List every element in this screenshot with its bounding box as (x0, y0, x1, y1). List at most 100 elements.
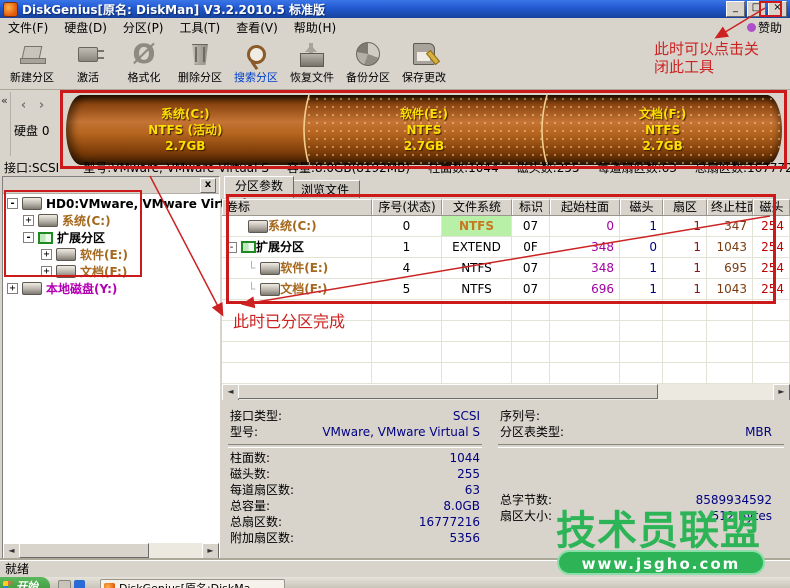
detail-cylinders-label: 柱面数: (230, 451, 271, 465)
new-partition-button[interactable]: 新建分区 (4, 36, 60, 86)
activate-button[interactable]: 激活 (60, 36, 116, 86)
expand-expander-icon[interactable]: + (7, 283, 18, 294)
partition-icon (260, 261, 281, 275)
menu-file[interactable]: 文件(F) (0, 18, 56, 37)
tree-item-software-e[interactable]: + 软件(E:) (3, 246, 219, 263)
detail-interface-value: SCSI (452, 409, 480, 423)
search-partition-button[interactable]: 搜索分区 (228, 36, 284, 86)
next-disk-button[interactable]: › (33, 98, 50, 115)
detail-sectors-per-track-label: 每道扇区数: (230, 483, 295, 497)
tree-item-document-f[interactable]: + 文档(F:) (3, 263, 219, 280)
save-changes-icon (413, 39, 435, 69)
scroll-left-icon[interactable]: ◄ (3, 543, 20, 560)
col-header-id[interactable]: 标识 (512, 199, 550, 215)
quick-launch-icon[interactable] (58, 580, 71, 588)
table-row-system-c[interactable]: 系统(C:) 0 NTFS 07 0 1 1 347 254 (222, 216, 790, 237)
backup-partition-icon (356, 39, 380, 69)
quick-launch-icon[interactable] (74, 580, 85, 588)
collapse-expander-icon[interactable]: - (7, 198, 18, 209)
collapse-expander-icon[interactable]: - (226, 241, 237, 253)
recover-files-icon (300, 39, 324, 69)
tab-strip: 分区参数 浏览文件 (222, 176, 790, 198)
format-button[interactable]: Ø 格式化 (116, 36, 172, 86)
extended-partition-icon (38, 231, 53, 244)
partition-icon (56, 248, 76, 261)
empty-table-row (222, 300, 790, 321)
title-bar: DiskGenius[原名: DiskMan] V3.2.2010.5 标准版 … (0, 0, 790, 18)
expand-expander-icon[interactable]: + (41, 249, 52, 260)
close-button[interactable]: × (768, 1, 787, 17)
col-header-filesystem[interactable]: 文件系统 (442, 199, 512, 215)
col-header-head[interactable]: 磁头 (620, 199, 663, 215)
col-header-index[interactable]: 序号(状态) (372, 199, 442, 215)
save-changes-button[interactable]: 保存更改 (396, 36, 452, 86)
table-row-document-f[interactable]: └ 文档(F:) 5 NTFS 07 696 1 1 1043 254 (222, 279, 790, 300)
detail-table-type-value: MBR (745, 425, 772, 439)
detail-total-bytes-label: 总字节数: (500, 493, 553, 507)
detail-capacity-value: 8.0GB (443, 499, 480, 513)
scroll-left-icon[interactable]: ◄ (222, 384, 239, 401)
table-row-extended[interactable]: - 扩展分区 1 EXTEND 0F 348 0 1 1043 254 (222, 237, 790, 258)
status-ready-text: 就绪 (5, 562, 30, 576)
watermark-url: www.jsgho.com (557, 550, 765, 575)
detail-heads-label: 磁头数: (230, 467, 271, 481)
scroll-right-icon[interactable]: ► (202, 543, 219, 560)
detail-total-sectors-value: 16777216 (418, 515, 480, 529)
maximize-button[interactable]: □ (747, 1, 766, 17)
taskbar-app-button[interactable]: DiskGenius[原名:DiskMa (100, 579, 285, 588)
menu-view[interactable]: 查看(V) (228, 18, 286, 37)
scroll-right-icon[interactable]: ► (773, 384, 790, 401)
tree-item-hd0[interactable]: - HD0:VMware, VMware Virtual (3, 195, 247, 212)
heart-icon (746, 22, 756, 32)
tab-partition-params[interactable]: 分区参数 (224, 176, 295, 198)
col-header-volume[interactable]: 卷标 (222, 199, 372, 215)
collapse-panel-button[interactable]: « (1, 94, 8, 107)
menu-disk[interactable]: 硬盘(D) (56, 18, 115, 37)
table-header-row: 卷标 序号(状态) 文件系统 标识 起始柱面 磁头 扇区 终止柱面 磁头 (222, 199, 790, 216)
expand-expander-icon[interactable]: + (23, 215, 34, 226)
empty-table-row (222, 363, 790, 384)
windows-taskbar: 开始 DiskGenius[原名:DiskMa (0, 577, 790, 588)
scrollbar-thumb[interactable] (238, 384, 658, 399)
scrollbar-thumb[interactable] (19, 543, 149, 558)
expand-expander-icon[interactable]: + (41, 266, 52, 277)
start-button[interactable]: 开始 (0, 577, 50, 588)
col-header-head2[interactable]: 磁头 (753, 199, 790, 215)
menu-bar: 文件(F) 硬盘(D) 分区(P) 工具(T) 查看(V) 帮助(H) 赞助 (0, 18, 790, 37)
partition-segment-e[interactable]: 软件(E:) NTFS 2.7GB (302, 95, 544, 165)
donate-button[interactable]: 赞助 (746, 19, 790, 36)
collapse-expander-icon[interactable]: - (23, 232, 34, 243)
backup-partition-button[interactable]: 备份分区 (340, 36, 396, 86)
partition-segment-c[interactable]: 系统(C:) NTFS (活动) 2.7GB (66, 95, 305, 165)
col-header-start-cyl[interactable]: 起始柱面 (550, 199, 620, 215)
menu-help[interactable]: 帮助(H) (286, 18, 344, 37)
col-header-end-cyl[interactable]: 终止柱面 (707, 199, 753, 215)
app-icon (3, 1, 18, 17)
col-header-sector[interactable]: 扇区 (663, 199, 707, 215)
table-horizontal-scrollbar[interactable]: ◄ ► (222, 384, 790, 401)
minimize-button[interactable]: _ (726, 1, 745, 17)
detail-model-value: VMware, VMware Virtual S (322, 425, 480, 439)
disk-panel: « ‹ › 硬盘 0 系统(C:) NTFS (活动) 2.7GB 软件(E:)… (0, 90, 790, 165)
prev-disk-button[interactable]: ‹ (15, 98, 32, 115)
tree-item-system-c[interactable]: + 系统(C:) (3, 212, 219, 229)
partition-table: 卷标 序号(状态) 文件系统 标识 起始柱面 磁头 扇区 终止柱面 磁头 系统(… (222, 199, 790, 384)
menu-partition[interactable]: 分区(P) (115, 18, 172, 37)
partition-icon (260, 282, 281, 296)
window-title: DiskGenius[原名: DiskMan] V3.2.2010.5 标准版 (22, 2, 326, 17)
detail-interface-label: 接口类型: (230, 409, 283, 423)
tree-panel-close-icon[interactable]: x (200, 178, 216, 193)
recover-files-button[interactable]: 恢复文件 (284, 36, 340, 86)
tree-item-local-disk-y[interactable]: + 本地磁盘(Y:) (3, 280, 219, 297)
disk-bar: 系统(C:) NTFS (活动) 2.7GB 软件(E:) NTFS 2.7GB… (66, 95, 782, 165)
search-partition-icon (246, 39, 266, 69)
tree-horizontal-scrollbar[interactable]: ◄ ► (3, 543, 219, 560)
tree-item-extended[interactable]: - 扩展分区 (3, 229, 219, 246)
table-row-software-e[interactable]: └ 软件(E:) 4 NTFS 07 348 1 1 695 254 (222, 258, 790, 279)
delete-partition-button[interactable]: 删除分区 (172, 36, 228, 86)
menu-tools[interactable]: 工具(T) (172, 18, 229, 37)
disk-info-line: 接口:SCSI 型号:VMware, VMware Virtual S 容量:8… (4, 160, 790, 175)
tab-browse-files[interactable]: 浏览文件 (290, 180, 361, 198)
partition-segment-f[interactable]: 文档(F:) NTFS 2.7GB (541, 95, 782, 165)
detail-sectors-per-track-value: 63 (464, 483, 480, 497)
